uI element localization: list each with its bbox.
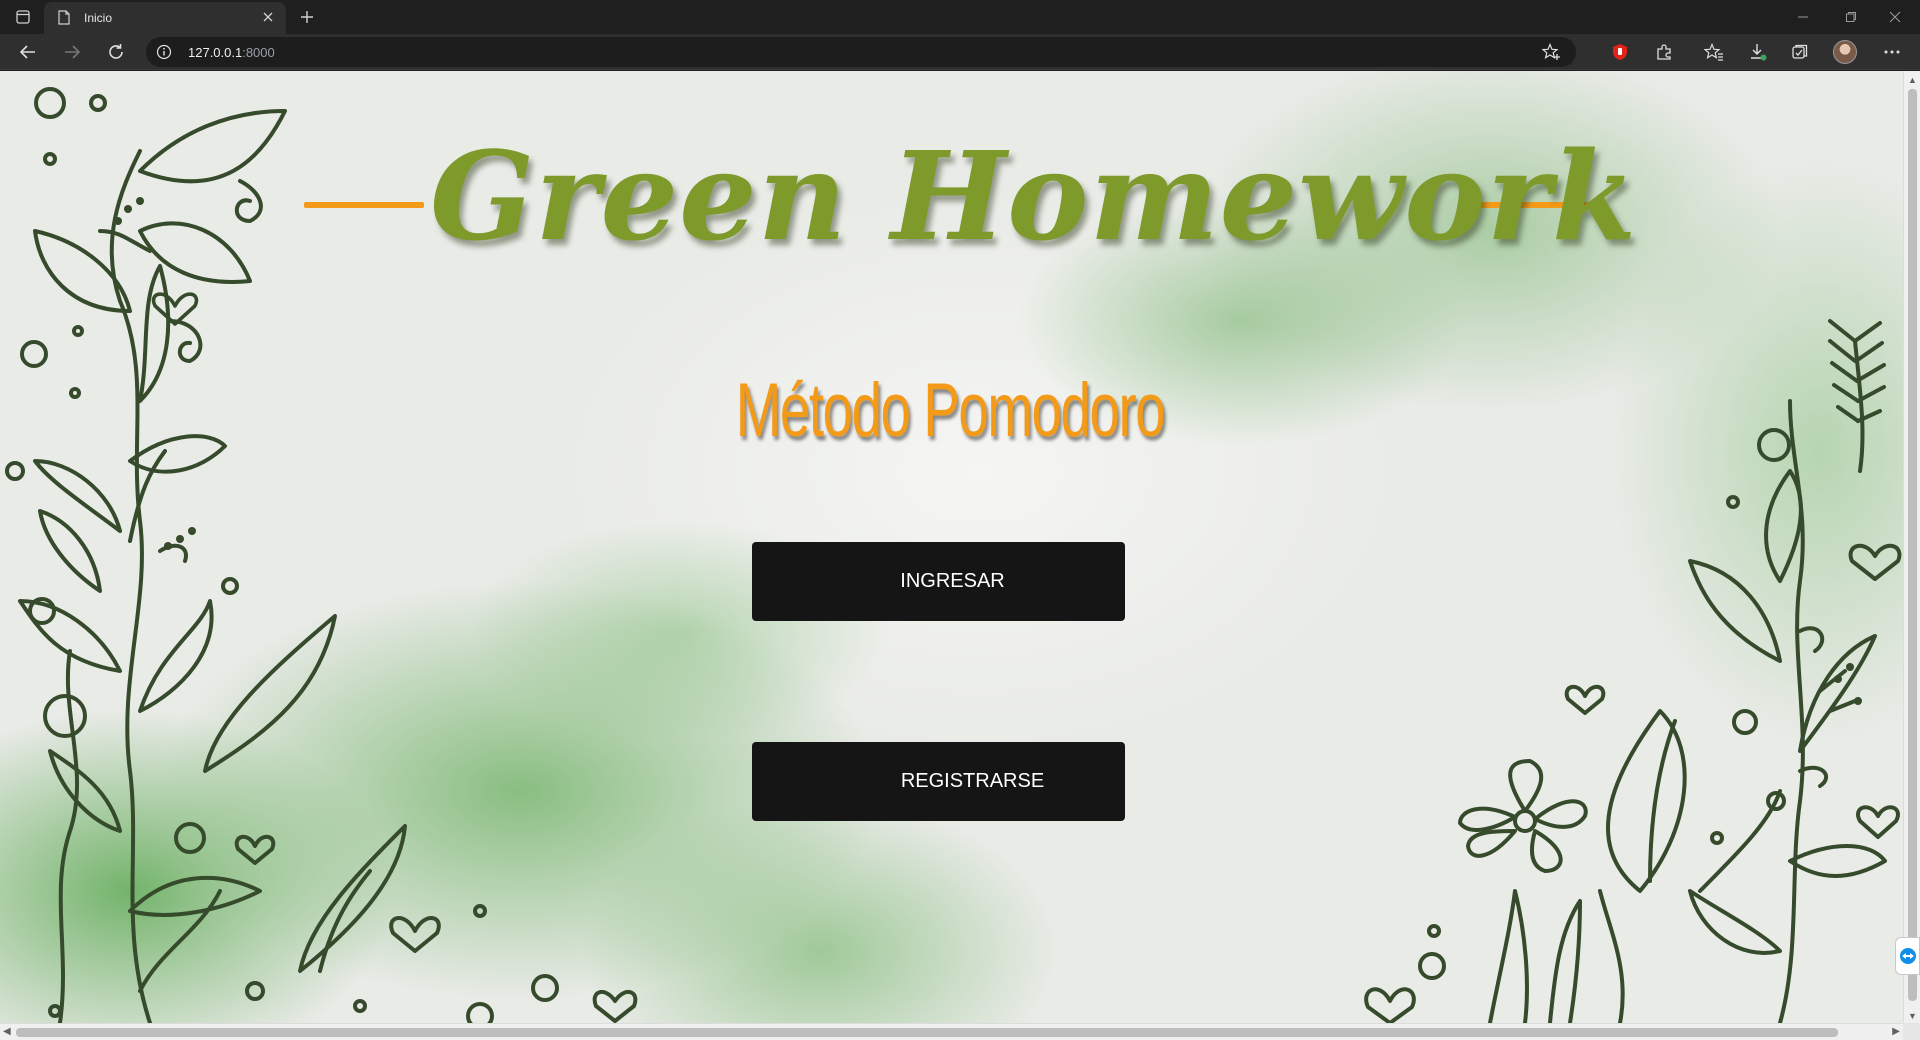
page-subtitle: Método Pomodoro <box>735 368 1166 453</box>
title-left-line <box>304 202 424 208</box>
more-icon[interactable] <box>1878 38 1906 66</box>
back-icon[interactable] <box>14 38 42 66</box>
window-close-icon[interactable] <box>1880 6 1910 28</box>
scroll-corner <box>1903 1023 1920 1040</box>
tab-strip: Inicio <box>0 0 1920 34</box>
page-title: Green Homework <box>430 124 1638 268</box>
star-add-icon[interactable] <box>1541 42 1562 64</box>
close-icon[interactable] <box>260 9 276 25</box>
scroll-right-icon[interactable]: ▶ <box>1892 1026 1900 1037</box>
info-icon[interactable] <box>156 44 172 63</box>
page-icon <box>58 10 70 28</box>
address-bar[interactable]: 127.0.0.1:8000 <box>146 37 1576 67</box>
url-text: 127.0.0.1:8000 <box>188 45 275 60</box>
shield-extension-icon[interactable] <box>1606 38 1634 66</box>
browser-tab[interactable]: Inicio <box>44 2 286 34</box>
browser-toolbar: 127.0.0.1:8000 <box>0 34 1920 70</box>
teamviewer-icon[interactable] <box>1895 937 1920 975</box>
avatar[interactable] <box>1833 40 1857 64</box>
url-host: 127.0.0.1 <box>188 45 243 60</box>
url-port: :8000 <box>242 45 275 60</box>
scroll-left-icon[interactable]: ◀ <box>3 1026 11 1037</box>
vertical-scroll-thumb[interactable] <box>1908 89 1917 1001</box>
restore-icon[interactable] <box>1836 6 1866 28</box>
tab-actions-icon[interactable] <box>14 8 32 26</box>
tab-title: Inicio <box>84 11 113 25</box>
download-icon[interactable] <box>1744 38 1772 66</box>
register-button[interactable]: REGISTRARSE <box>752 742 1125 821</box>
collections-icon[interactable] <box>1786 38 1814 66</box>
page-viewport: Green Homework Método Pomodoro INGRESAR … <box>0 71 1903 1023</box>
plus-icon[interactable] <box>296 6 318 28</box>
vertical-scrollbar[interactable]: ▲ ▼ <box>1903 71 1920 1023</box>
puzzle-icon[interactable] <box>1650 38 1678 66</box>
scroll-down-icon[interactable]: ▼ <box>1908 1011 1917 1021</box>
horizontal-scrollbar[interactable]: ◀ ▶ <box>0 1023 1903 1040</box>
horizontal-scroll-thumb[interactable] <box>16 1028 1838 1037</box>
forward-icon[interactable] <box>58 38 86 66</box>
reload-icon[interactable] <box>102 38 130 66</box>
login-button[interactable]: INGRESAR <box>752 542 1125 621</box>
minimize-icon[interactable] <box>1788 6 1818 28</box>
register-button-label: REGISTRARSE <box>900 770 1045 792</box>
favorites-icon[interactable] <box>1700 38 1728 66</box>
login-button-label: INGRESAR <box>900 570 1005 592</box>
scroll-up-icon[interactable]: ▲ <box>1908 75 1917 85</box>
